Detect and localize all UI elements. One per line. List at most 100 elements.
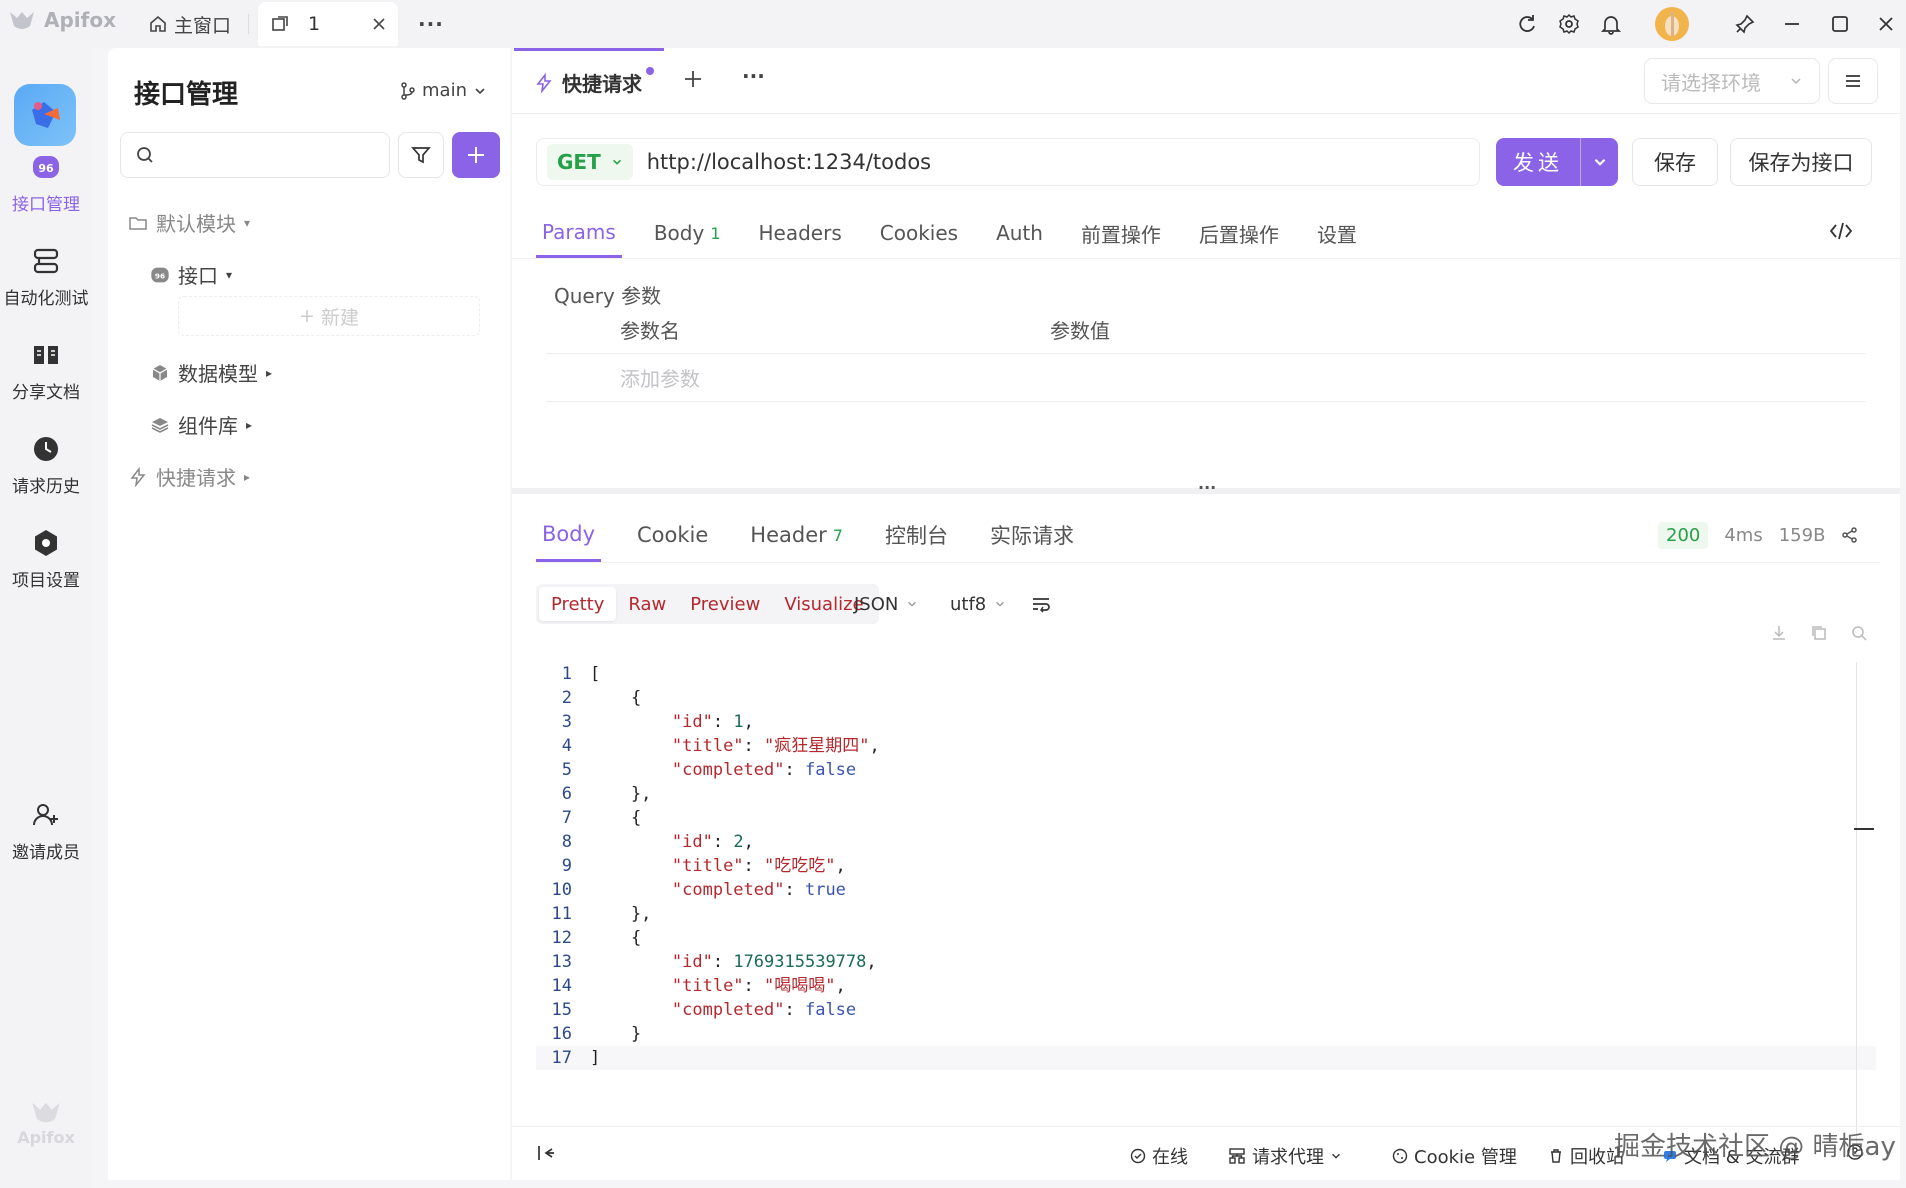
- line-number: 11: [551, 904, 572, 924]
- tab-post-actions[interactable]: 后置操作: [1193, 208, 1285, 258]
- bell-icon[interactable]: [1600, 6, 1622, 42]
- avatar[interactable]: [1654, 6, 1690, 42]
- line-number: 4: [561, 736, 572, 756]
- tab-settings[interactable]: 设置: [1311, 208, 1363, 258]
- window-tab[interactable]: 1: [258, 2, 398, 46]
- close-tab-icon[interactable]: [372, 17, 386, 31]
- request-proxy[interactable]: 请求代理: [1228, 1143, 1342, 1169]
- search-icon[interactable]: [1850, 624, 1868, 642]
- language-label: JSON: [854, 593, 899, 615]
- copy-icon[interactable]: [1810, 624, 1828, 642]
- send-dropdown-icon[interactable]: [1580, 138, 1618, 186]
- search-input[interactable]: [120, 132, 390, 178]
- add-param-row[interactable]: 添加参数: [546, 354, 1866, 402]
- collapse-sidebar-icon[interactable]: [536, 1143, 556, 1163]
- rail-item-history[interactable]: 请求历史: [0, 434, 92, 497]
- environment-select[interactable]: 请选择环境: [1644, 58, 1820, 104]
- tree-label: 快捷请求: [156, 466, 236, 490]
- code-line: 16 }: [536, 1022, 1876, 1046]
- api-icon: 96: [150, 265, 170, 285]
- wrap-lines-icon[interactable]: [1030, 584, 1052, 624]
- online-status[interactable]: 在线: [1130, 1143, 1188, 1169]
- close-window-icon[interactable]: [1876, 6, 1896, 42]
- settings-gear-icon[interactable]: [1558, 6, 1580, 42]
- tab-headers[interactable]: Headers: [753, 208, 848, 258]
- tree-item-interfaces[interactable]: 96 接口 ▾: [150, 260, 232, 289]
- tree-item-default-module[interactable]: 默认模块 ▾: [128, 208, 250, 237]
- automation-icon: [31, 246, 61, 276]
- hamburger-menu-button[interactable]: [1828, 58, 1878, 104]
- tab-cookies[interactable]: Cookies: [874, 208, 964, 258]
- tree-item-data-models[interactable]: 数据模型 ▸: [150, 358, 272, 387]
- rail-item-api-management[interactable]: 96 接口管理: [0, 152, 92, 215]
- resp-tab-header[interactable]: Header 7: [744, 508, 849, 562]
- project-avatar[interactable]: [14, 84, 76, 146]
- tab-params[interactable]: Params: [536, 208, 622, 258]
- drag-handle-icon[interactable]: ···: [1198, 478, 1216, 497]
- filter-button[interactable]: [398, 132, 444, 178]
- code-line: 6 },: [536, 782, 1876, 806]
- code-text: "completed": true: [671, 880, 846, 900]
- tree-item-components[interactable]: 组件库 ▸: [150, 410, 252, 439]
- resp-tab-actual-request[interactable]: 实际请求: [984, 508, 1080, 562]
- share-icon[interactable]: [1841, 526, 1859, 544]
- code-line: 10 "completed": true: [536, 878, 1876, 902]
- code-text: "id": 1,: [671, 712, 754, 732]
- more-options-icon[interactable]: ···: [742, 64, 765, 88]
- code-text: "completed": false: [671, 760, 857, 780]
- tab-auth[interactable]: Auth: [990, 208, 1049, 258]
- branch-selector[interactable]: main: [400, 80, 487, 101]
- download-icon[interactable]: [1770, 624, 1788, 642]
- line-number: 14: [551, 976, 572, 996]
- resp-tab-cookie[interactable]: Cookie: [631, 508, 714, 562]
- rail-label: 自动化测试: [3, 289, 89, 309]
- cookie-manager[interactable]: Cookie 管理: [1392, 1143, 1517, 1169]
- code-line: 2 {: [536, 686, 1876, 710]
- scrollbar[interactable]: [1856, 662, 1857, 1158]
- save-as-interface-button[interactable]: 保存为接口: [1730, 138, 1872, 186]
- format-preview[interactable]: Preview: [678, 587, 772, 621]
- rail-item-invite[interactable]: 邀请成员: [0, 800, 92, 863]
- tree-item-quick-request[interactable]: 快捷请求 ▸: [128, 462, 250, 491]
- refresh-icon[interactable]: [1516, 6, 1538, 42]
- tab-body[interactable]: Body 1: [648, 208, 727, 258]
- line-number: 2: [561, 688, 572, 708]
- tree-label: 默认模块: [156, 212, 236, 236]
- resp-tab-console[interactable]: 控制台: [879, 508, 954, 562]
- add-button[interactable]: [452, 132, 500, 178]
- rail-label: 请求历史: [12, 477, 80, 497]
- maximize-icon[interactable]: [1830, 6, 1850, 42]
- response-body-code[interactable]: 1[2 {3 "id": 1, 4 "title": "疯狂星期四", 5 "com…: [536, 662, 1876, 1070]
- more-tabs-icon[interactable]: ···: [418, 6, 444, 42]
- rail-item-project-settings[interactable]: 项目设置: [0, 528, 92, 591]
- external-window-icon: [270, 14, 290, 34]
- plus-icon: +: [299, 305, 315, 327]
- new-interface-button[interactable]: + 新建: [178, 296, 480, 336]
- send-button[interactable]: 发送: [1496, 138, 1618, 186]
- home-window-button[interactable]: 主窗口: [140, 6, 239, 42]
- scrollbar-thumb[interactable]: [1854, 828, 1874, 830]
- pin-icon[interactable]: [1734, 6, 1756, 42]
- rail-item-automation[interactable]: 自动化测试: [0, 246, 92, 309]
- save-button[interactable]: 保存: [1632, 138, 1718, 186]
- minimize-icon[interactable]: [1782, 6, 1802, 42]
- code-line: 4 "title": "疯狂星期四",: [536, 734, 1876, 758]
- language-select[interactable]: JSON: [854, 584, 918, 624]
- new-tab-icon[interactable]: [682, 68, 704, 90]
- format-raw[interactable]: Raw: [616, 587, 678, 621]
- app-name: Apifox: [44, 8, 116, 32]
- resp-tab-body[interactable]: Body: [536, 508, 602, 562]
- url-input[interactable]: http://localhost:1234/todos: [647, 150, 931, 174]
- tab-label: 后置操作: [1198, 222, 1279, 247]
- filter-icon: [410, 144, 432, 166]
- code-icon[interactable]: [1828, 220, 1854, 242]
- tab-quick-request[interactable]: 快捷请求: [514, 48, 664, 114]
- tab-pre-actions[interactable]: 前置操作: [1075, 208, 1167, 258]
- method-select[interactable]: GET: [547, 144, 633, 180]
- encoding-select[interactable]: utf8: [950, 584, 1006, 624]
- url-bar[interactable]: GET http://localhost:1234/todos: [536, 138, 1480, 186]
- format-pretty[interactable]: Pretty: [539, 587, 617, 621]
- rail-item-share-docs[interactable]: 分享文档: [0, 340, 92, 403]
- caret-down-icon: ▾: [244, 215, 251, 230]
- recycle-bin[interactable]: 回收站: [1548, 1143, 1624, 1169]
